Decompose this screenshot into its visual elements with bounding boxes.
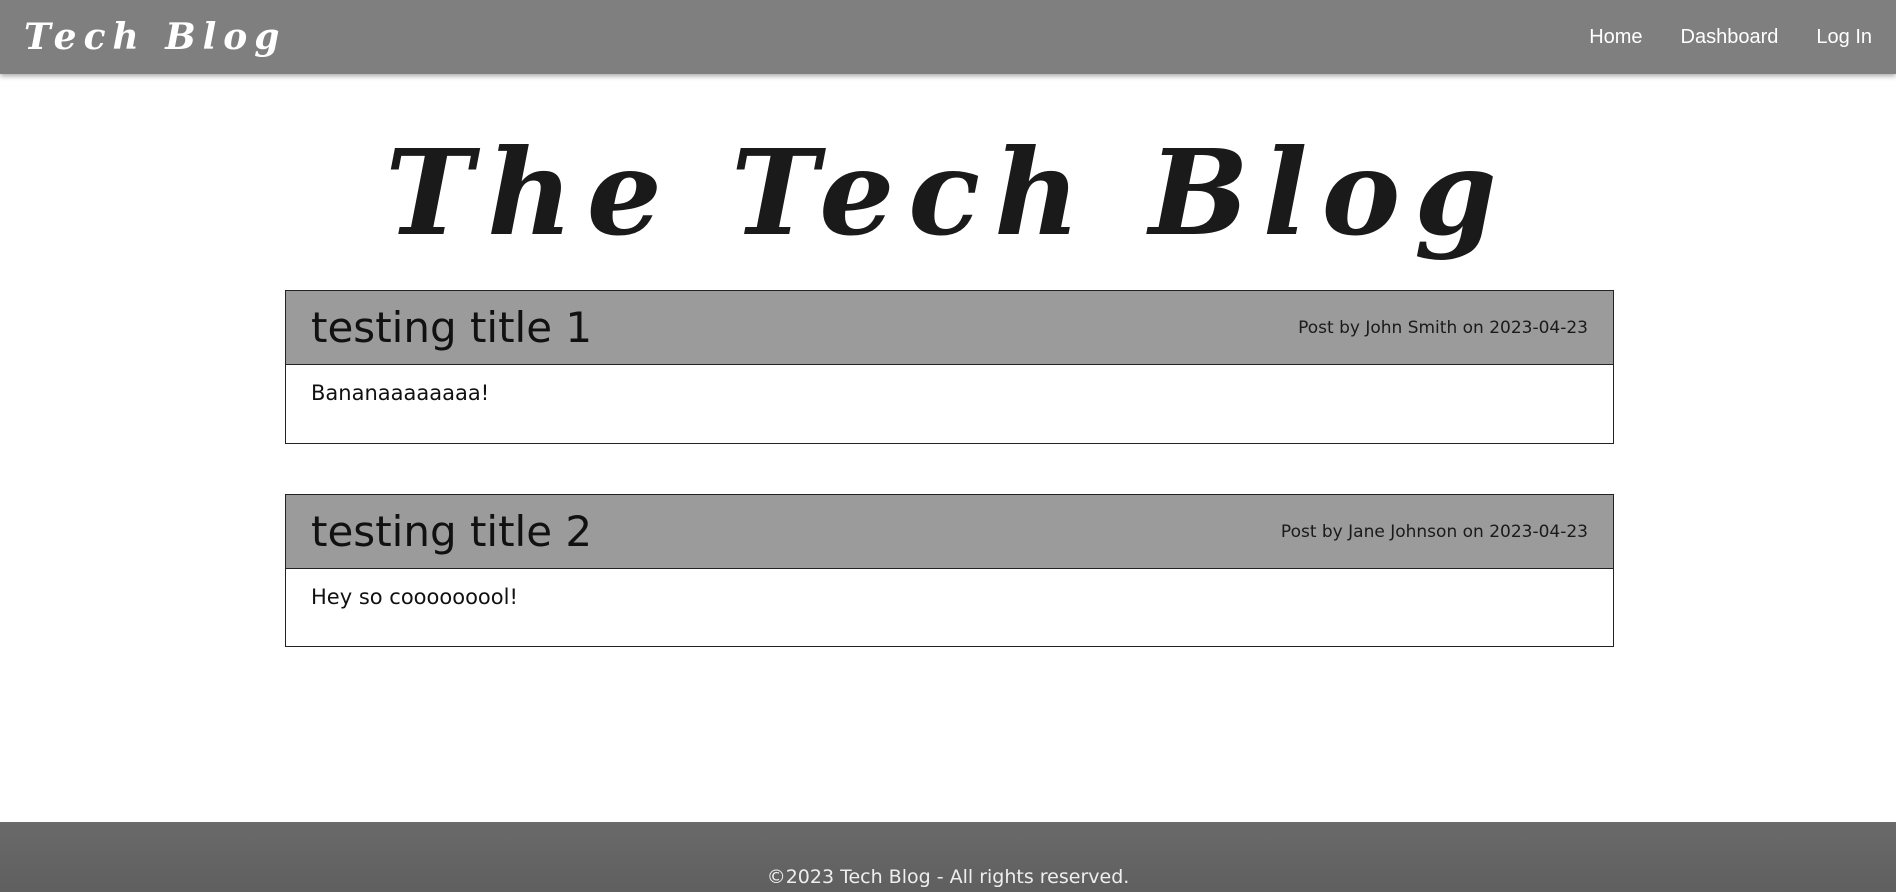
nav-login-link[interactable]: Log In bbox=[1816, 26, 1872, 49]
post-card: testing title 1 Post by John Smith on 20… bbox=[285, 290, 1614, 444]
brand-logo-link[interactable]: Tech Blog bbox=[24, 16, 286, 58]
post-title[interactable]: testing title 2 bbox=[311, 507, 592, 556]
post-title[interactable]: testing title 1 bbox=[311, 303, 592, 352]
top-navbar: Tech Blog Home Dashboard Log In bbox=[0, 0, 1896, 74]
nav-links: Home Dashboard Log In bbox=[1551, 26, 1872, 49]
page-footer: ©2023 Tech Blog - All rights reserved. bbox=[0, 822, 1896, 892]
nav-home-link[interactable]: Home bbox=[1589, 26, 1642, 49]
nav-dashboard-link[interactable]: Dashboard bbox=[1681, 26, 1779, 49]
post-header[interactable]: testing title 1 Post by John Smith on 20… bbox=[286, 291, 1613, 365]
post-body: Hey so cooooooool! bbox=[311, 585, 518, 609]
post-header[interactable]: testing title 2 Post by Jane Johnson on … bbox=[286, 495, 1613, 569]
post-meta: Post by John Smith on 2023-04-23 bbox=[1298, 317, 1588, 338]
post-body: Bananaaaaaaaa! bbox=[311, 381, 490, 405]
post-card: testing title 2 Post by Jane Johnson on … bbox=[285, 494, 1614, 647]
post-meta: Post by Jane Johnson on 2023-04-23 bbox=[1280, 521, 1588, 542]
footer-copyright: ©2023 Tech Blog - All rights reserved. bbox=[766, 866, 1130, 888]
page-title: The Tech Blog bbox=[385, 123, 1511, 262]
